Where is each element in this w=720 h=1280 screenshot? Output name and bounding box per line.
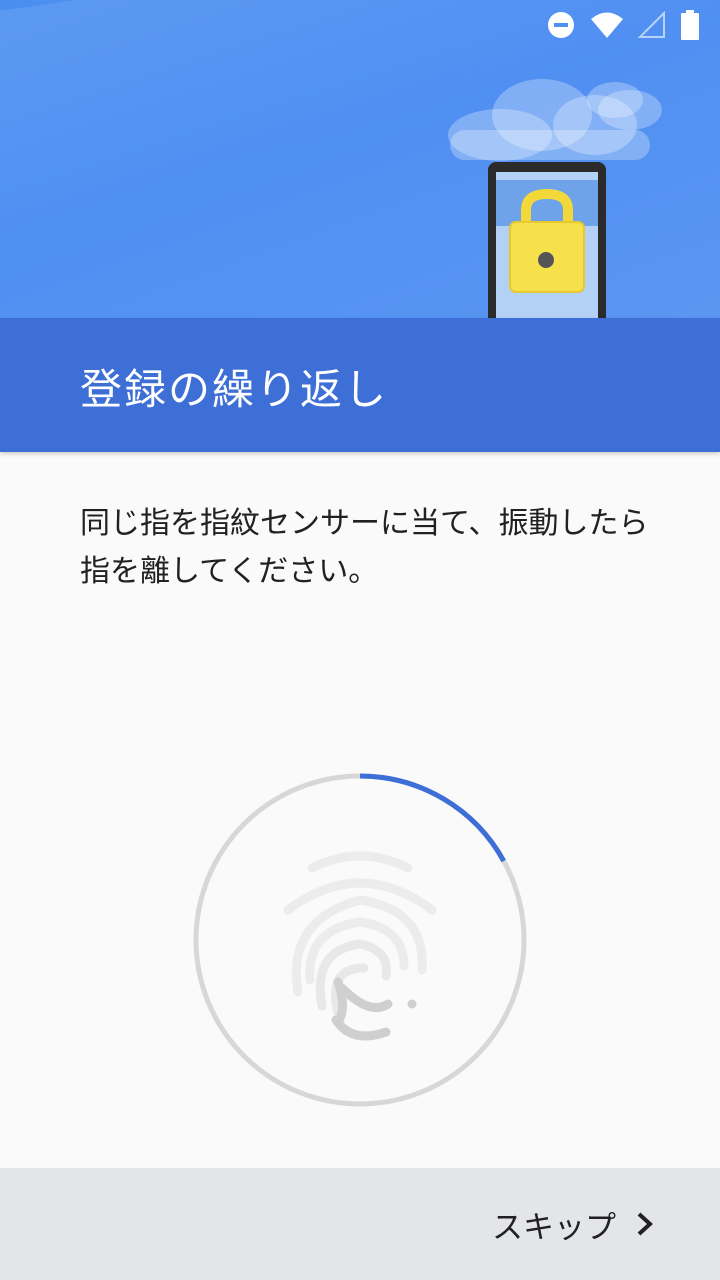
status-bar — [546, 10, 700, 40]
page-title: 登録の繰り返し — [80, 365, 389, 414]
skip-button[interactable]: スキップ — [492, 1196, 654, 1252]
wifi-icon — [591, 12, 623, 38]
chevron-right-icon — [637, 1212, 653, 1236]
enroll-progress-ring — [193, 773, 527, 1107]
do-not-disturb-icon — [548, 12, 574, 38]
fingerprint-icon — [283, 851, 437, 1041]
progress-arc — [359, 773, 506, 863]
battery-icon — [681, 10, 699, 40]
cellular-signal-icon — [638, 11, 665, 38]
instruction-text: 同じ指を指紋センサーに当て、振動したら指を離してください。 — [80, 506, 649, 589]
fingerprint-enroll-screen: 登録の繰り返し 同じ指を指紋センサーに当て、振動したら指を離してください。 スキ… — [0, 0, 720, 1280]
skip-label: スキップ — [492, 1209, 616, 1246]
